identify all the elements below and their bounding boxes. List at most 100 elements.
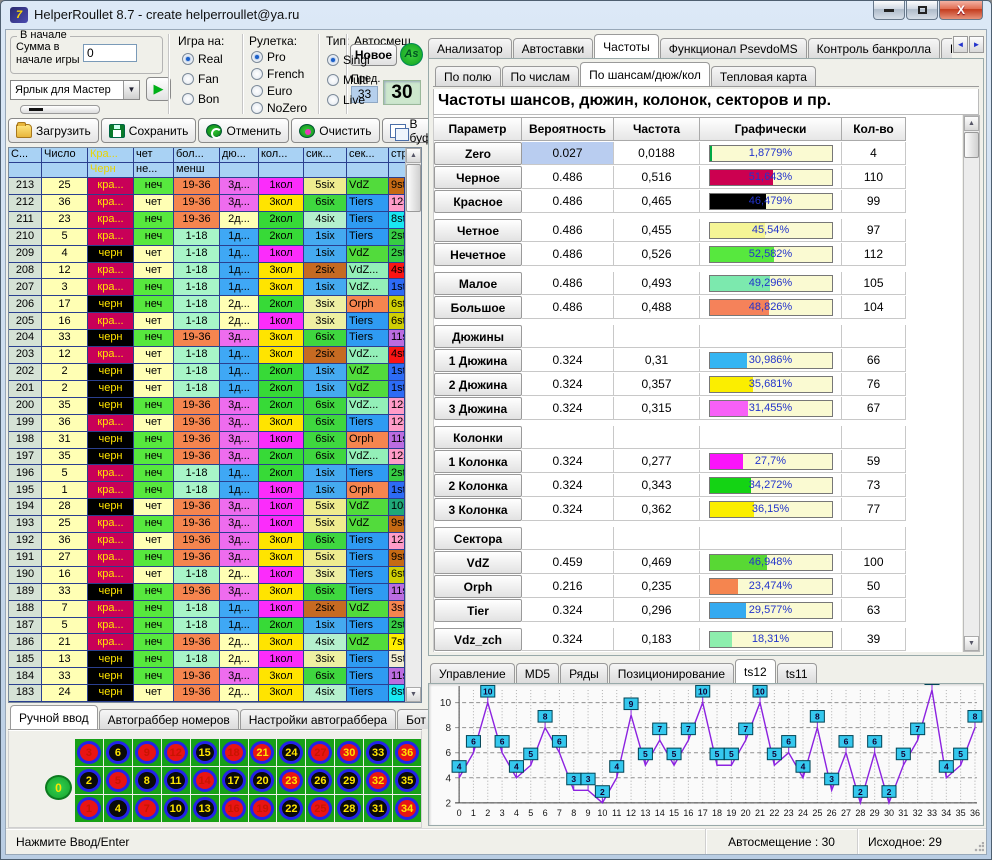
number-cell-24[interactable]: 24 (277, 739, 305, 766)
param-cell[interactable]: Сектора (434, 527, 522, 550)
history-row[interactable]: 20035черннеч19-363д...2кол6sixVdZ...12st… (9, 398, 405, 415)
number-cell-4[interactable]: 4 (104, 795, 132, 822)
column-header[interactable]: Кра... (88, 148, 134, 163)
param-cell[interactable]: Малое (434, 272, 522, 295)
tab-Тепловая карта[interactable]: Тепловая карта (711, 66, 816, 86)
history-row[interactable]: 20812кра...чет1-181д...3кол2sixVdZ...4st… (9, 263, 405, 280)
history-row[interactable]: 18933черннеч19-363д...3кол6sixTiers11str (9, 584, 405, 601)
preset-dropdown[interactable]: Ярлык для Мастер ▼ (10, 80, 140, 100)
column-header[interactable]: Параметр (434, 117, 522, 141)
tab-Автоставки[interactable]: Автоставки (513, 38, 594, 58)
history-row[interactable]: 20617черннеч1-182д...2кол3sixOrph6str (9, 296, 405, 313)
param-cell[interactable]: Черное (434, 166, 522, 189)
load-button[interactable]: Загрузить (8, 118, 99, 143)
tab-Ручной ввод[interactable]: Ручной ввод (10, 705, 98, 729)
column-header[interactable]: сик... (304, 148, 347, 163)
column-header[interactable]: бол... (174, 148, 220, 163)
column-header[interactable]: дю... (220, 148, 259, 163)
title-bar[interactable]: 7 HelperRoullet 8.7 - create helperroull… (4, 1, 988, 28)
number-cell-0[interactable]: 0 (45, 775, 72, 800)
radio-Multi[interactable]: Multi (327, 73, 368, 87)
param-cell[interactable]: Orph (434, 575, 522, 598)
tab-MD5[interactable]: MD5 (516, 663, 559, 683)
history-row[interactable]: 21236кра...чет19-363д...3кол6sixTiers12s… (9, 195, 405, 212)
tab-По числам[interactable]: По числам (502, 66, 580, 86)
radio-Bon[interactable]: Bon (182, 92, 219, 106)
radio-French[interactable]: French (251, 67, 304, 81)
history-row[interactable]: 19428чернчет19-363д...1кол5sixVdZ10str (9, 499, 405, 516)
history-row[interactable]: 19236кра...чет19-363д...3кол6sixTiers12s… (9, 533, 405, 550)
tab-Ряды[interactable]: Ряды (560, 663, 608, 683)
column-header[interactable]: Частота (614, 117, 700, 141)
history-row[interactable]: 20516кра...чет1-182д...1кол3sixTiers6str (9, 313, 405, 330)
column-header[interactable]: сек... (347, 148, 389, 163)
column-header[interactable]: С... (9, 148, 42, 163)
column-header[interactable]: Кол-во (842, 117, 906, 141)
tab-По шансам/дюж/кол[interactable]: По шансам/дюж/кол (580, 62, 710, 86)
as-button[interactable]: As (400, 43, 423, 66)
param-cell[interactable]: Vdz_zch (434, 628, 522, 651)
radio-Singl[interactable]: Singl (327, 53, 370, 67)
column-header[interactable]: Черн (88, 163, 134, 178)
tab-scroll-right-icon[interactable]: ► (969, 36, 984, 53)
number-cell-13[interactable]: 13 (191, 795, 219, 822)
number-cell-12[interactable]: 12 (162, 739, 190, 766)
number-cell-1[interactable]: 1 (75, 795, 103, 822)
number-cell-23[interactable]: 23 (277, 767, 305, 794)
tab-Частоты[interactable]: Частоты (594, 34, 659, 58)
param-cell[interactable]: Большое (434, 296, 522, 319)
number-cell-25[interactable]: 25 (306, 795, 334, 822)
tab-Колесо рулет[interactable]: Колесо рулет (941, 38, 952, 58)
history-row[interactable]: 18621кра...неч19-362д...3кол4sixVdZ7str (9, 634, 405, 651)
scrollbar-thumb[interactable] (406, 164, 421, 212)
history-row[interactable]: 20433черннеч19-363д...3кол6sixTiers11str (9, 330, 405, 347)
number-cell-21[interactable]: 21 (249, 739, 277, 766)
number-cell-8[interactable]: 8 (133, 767, 161, 794)
history-row[interactable]: 18513черннеч1-182д...1кол3sixTiers5str (9, 651, 405, 668)
scroll-down-icon[interactable]: ▼ (964, 636, 979, 651)
tab-Настройки автограббера[interactable]: Настройки автограббера (240, 709, 396, 729)
column-header[interactable]: чет (134, 148, 174, 163)
history-row[interactable]: 19735черннеч19-363д...2кол6sixVdZ...12st… (9, 449, 405, 466)
number-cell-9[interactable]: 9 (133, 739, 161, 766)
radio-Real[interactable]: Real (182, 52, 223, 66)
history-row[interactable]: 19831черннеч19-363д...1кол6sixOrph11str (9, 432, 405, 449)
close-button[interactable]: X (939, 1, 983, 20)
param-cell[interactable]: Дюжины (434, 325, 522, 348)
scroll-down-icon[interactable]: ▼ (406, 687, 421, 702)
start-sum-input[interactable] (83, 44, 137, 62)
history-row[interactable]: 18324чернчет19-362д...3кол4sixTiers8str (9, 685, 405, 702)
maximize-button[interactable] (906, 1, 938, 20)
number-cell-6[interactable]: 6 (104, 739, 132, 766)
scrollbar-thumb[interactable] (964, 132, 979, 158)
number-cell-29[interactable]: 29 (335, 767, 363, 794)
history-row[interactable]: 1875кра...неч1-181д...2кол1sixTiers2str (9, 618, 405, 635)
radio-Fan[interactable]: Fan (182, 72, 219, 86)
column-header[interactable] (9, 163, 42, 178)
minimize-button[interactable] (873, 1, 905, 20)
column-header[interactable]: кол... (259, 148, 304, 163)
column-header[interactable] (42, 163, 88, 178)
undo-button[interactable]: Отменить (198, 118, 289, 143)
scroll-up-icon[interactable]: ▲ (964, 116, 979, 131)
param-cell[interactable]: Tier (434, 599, 522, 622)
number-cell-15[interactable]: 15 (191, 739, 219, 766)
history-row[interactable]: 2022чернчет1-181д...2кол1sixVdZ1str (9, 364, 405, 381)
number-cell-28[interactable]: 28 (335, 795, 363, 822)
param-cell[interactable]: Красное (434, 190, 522, 213)
history-row[interactable]: 1951кра...неч1-181д...1кол1sixOrph1str (9, 482, 405, 499)
number-cell-14[interactable]: 14 (191, 767, 219, 794)
history-row[interactable]: 21123кра...неч19-362д...2кол4sixTiers8st… (9, 212, 405, 229)
number-cell-30[interactable]: 30 (335, 739, 363, 766)
history-row[interactable]: 19936кра...чет19-363д...3кол6sixTiers12s… (9, 415, 405, 432)
radio-Live[interactable]: Live (327, 93, 365, 107)
number-cell-2[interactable]: 2 (75, 767, 103, 794)
number-cell-27[interactable]: 27 (306, 739, 334, 766)
param-cell[interactable]: 2 Колонка (434, 474, 522, 497)
scroll-up-icon[interactable]: ▲ (406, 148, 421, 163)
history-row[interactable]: 18433черннеч19-363д...3кол6sixTiers11str (9, 668, 405, 685)
param-cell[interactable]: 1 Дюжина (434, 349, 522, 372)
param-cell[interactable]: Нечетное (434, 243, 522, 266)
param-cell[interactable]: Колонки (434, 426, 522, 449)
number-cell-34[interactable]: 34 (393, 795, 421, 822)
